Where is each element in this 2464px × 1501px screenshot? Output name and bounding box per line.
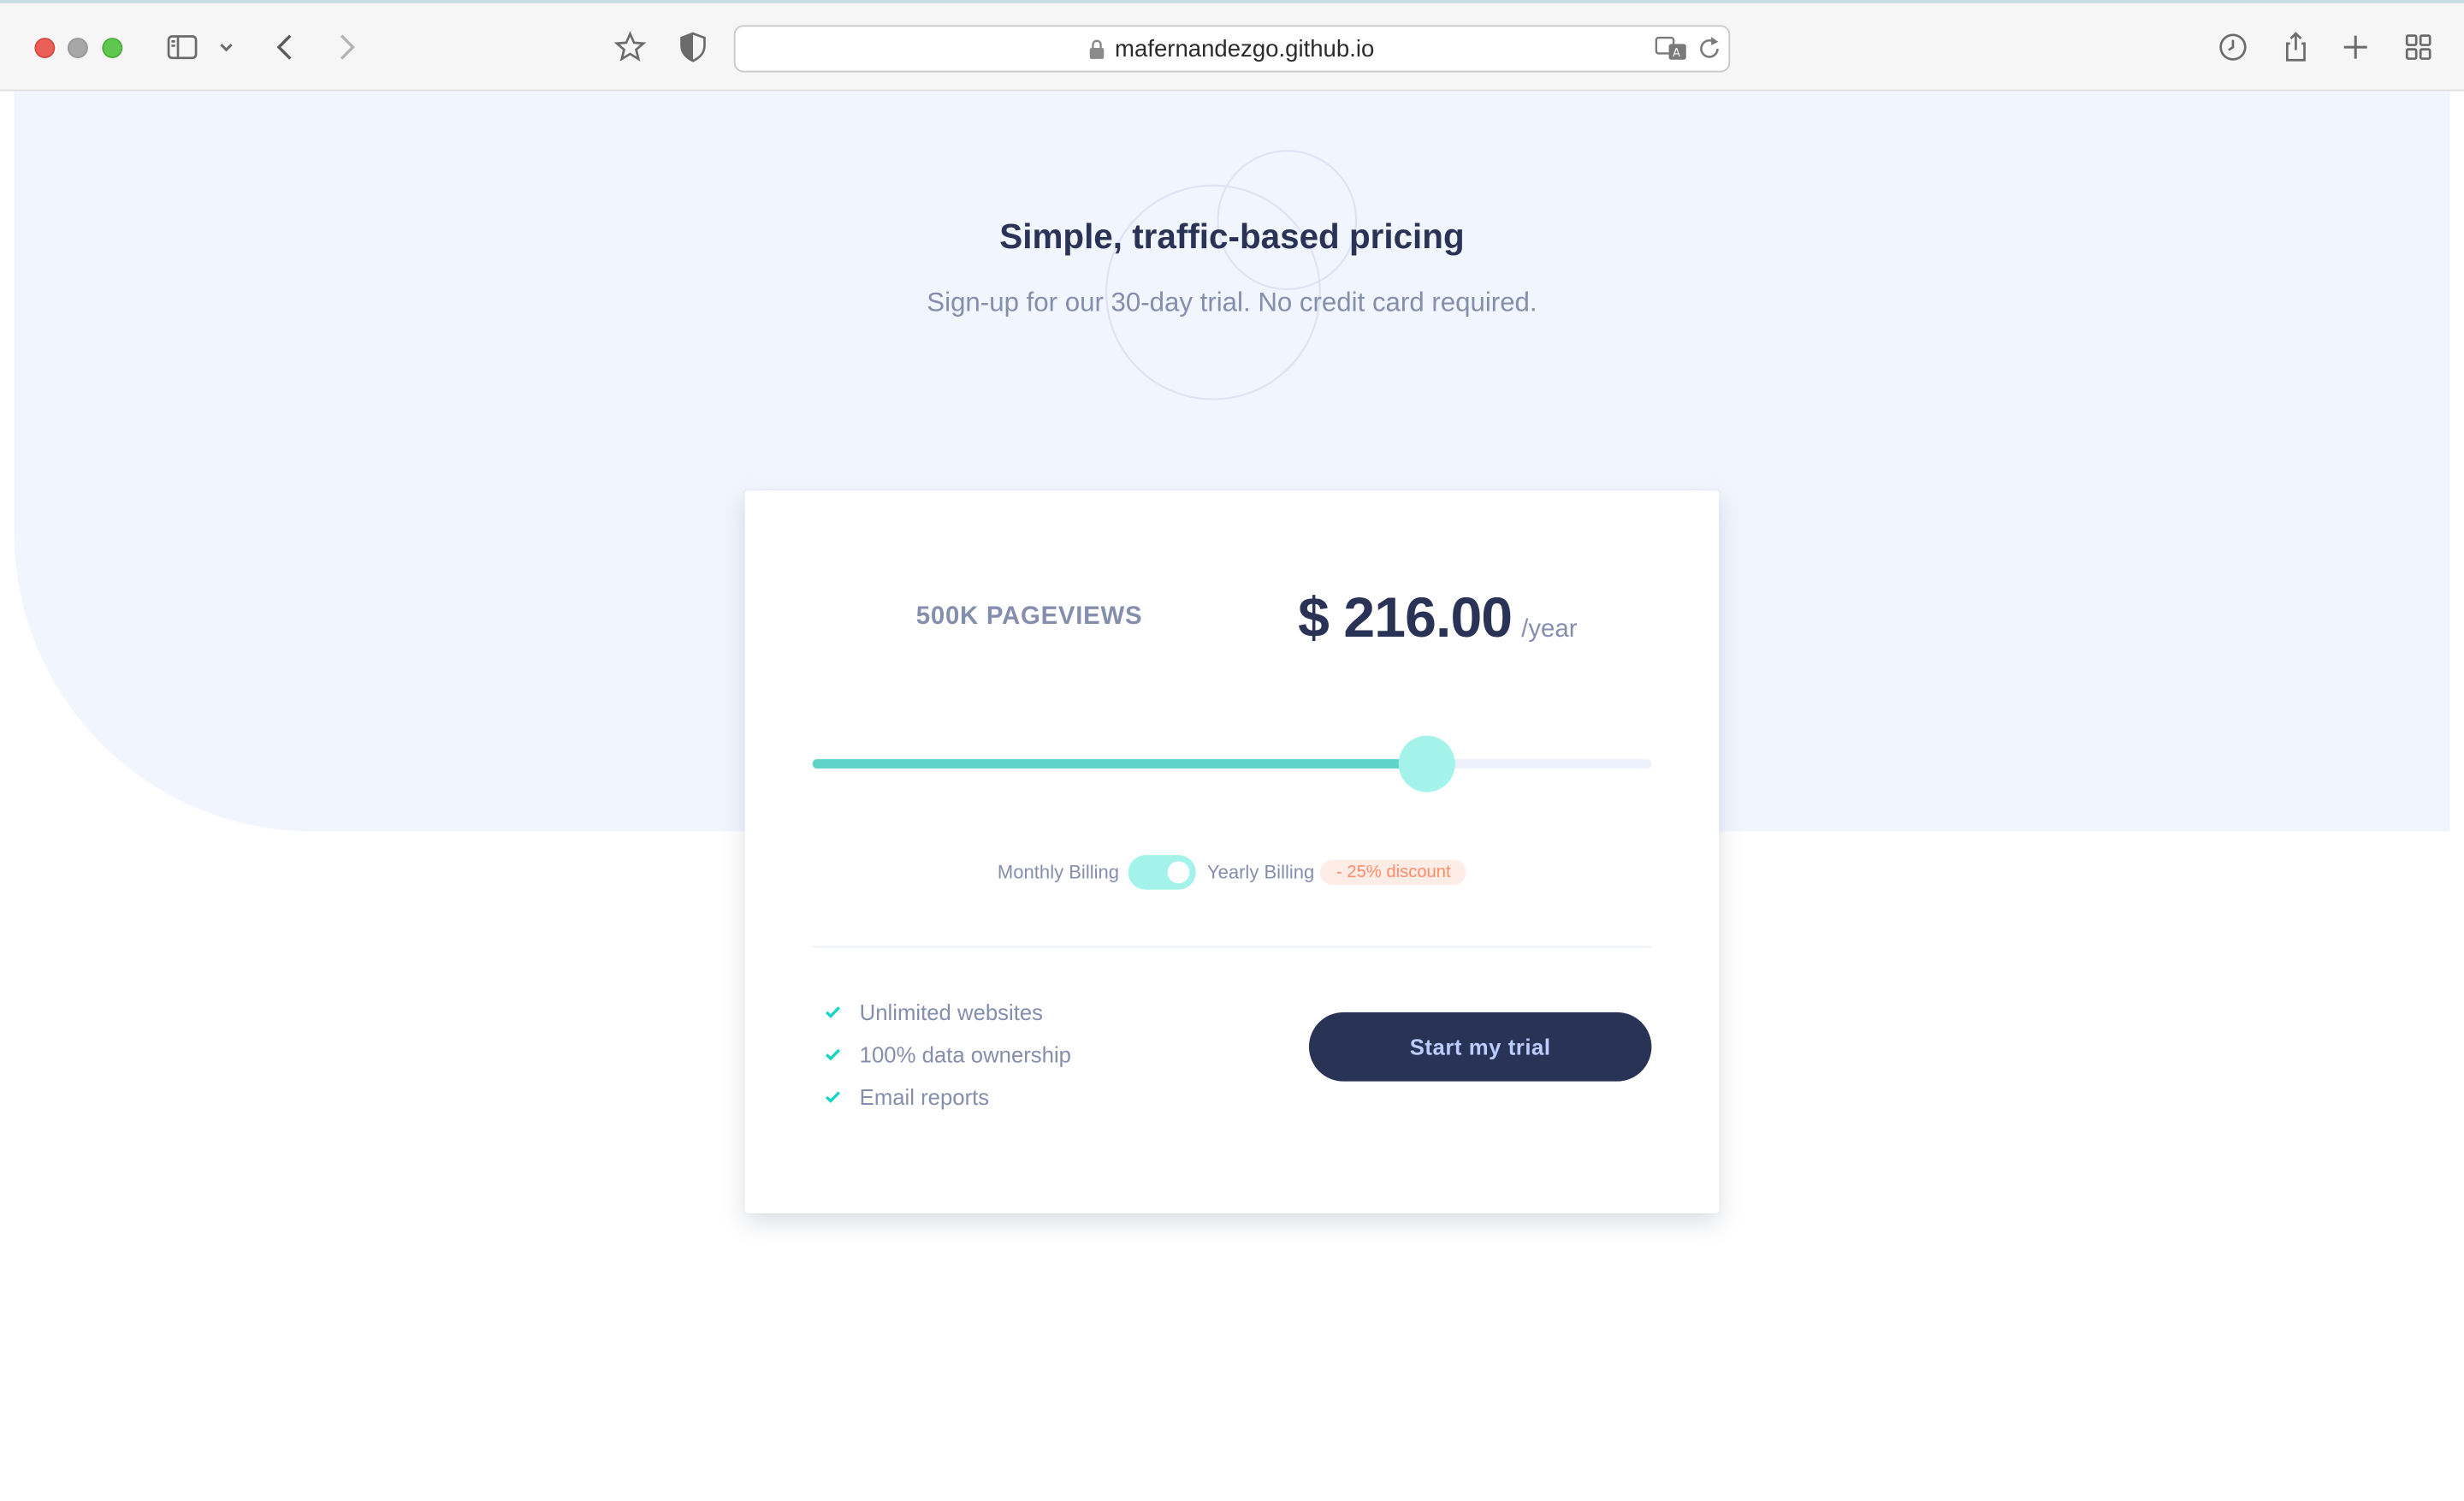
page-title: Simple, traffic-based pricing bbox=[999, 217, 1465, 257]
feature-item: 100% data ownership bbox=[825, 1033, 1071, 1076]
billing-toggle[interactable] bbox=[1128, 855, 1197, 890]
check-icon bbox=[825, 1006, 840, 1017]
svg-text:A: A bbox=[1673, 47, 1680, 60]
history-clock-icon[interactable] bbox=[2214, 28, 2252, 66]
lock-icon bbox=[1090, 39, 1105, 58]
feature-label: Unlimited websites bbox=[859, 999, 1044, 1024]
reload-icon[interactable] bbox=[1697, 34, 1722, 70]
minimize-window-button[interactable] bbox=[67, 38, 88, 58]
address-bar[interactable]: mafernandezgo.github.io A bbox=[733, 25, 1731, 73]
sidebar-icon[interactable] bbox=[163, 28, 201, 66]
pricing-card: 500K PAGEVIEWS $ 216.00 /year Monthly Bi… bbox=[744, 490, 1720, 1213]
feature-item: Email reports bbox=[825, 1075, 1071, 1118]
zoom-window-button[interactable] bbox=[102, 38, 123, 58]
translate-icon[interactable]: A bbox=[1655, 34, 1689, 70]
price-display: $ 216.00 /year bbox=[1298, 584, 1577, 650]
billing-toggle-row: Monthly Billing Yearly Billing - 25% dis… bbox=[745, 855, 1720, 890]
feature-label: Email reports bbox=[859, 1083, 990, 1109]
tab-overview-icon[interactable] bbox=[2400, 28, 2437, 66]
monthly-billing-label[interactable]: Monthly Billing bbox=[998, 862, 1119, 884]
close-window-button[interactable] bbox=[34, 38, 56, 58]
page-subtitle: Sign-up for our 30-day trial. No credit … bbox=[927, 288, 1537, 318]
forward-icon[interactable] bbox=[327, 28, 364, 66]
discount-badge: - 25% discount bbox=[1320, 859, 1467, 886]
decorative-circles bbox=[1105, 150, 1358, 400]
pageviews-label: 500K PAGEVIEWS bbox=[915, 603, 1143, 631]
slider-thumb[interactable] bbox=[1398, 735, 1455, 792]
toggle-knob bbox=[1167, 861, 1190, 884]
new-tab-plus-icon[interactable] bbox=[2337, 28, 2374, 66]
feature-list: Unlimited websites 100% data ownership E… bbox=[825, 990, 1071, 1118]
back-icon[interactable] bbox=[267, 28, 305, 66]
chevron-down-icon[interactable] bbox=[210, 28, 242, 66]
browser-toolbar: mafernandezgo.github.io A bbox=[0, 0, 2464, 92]
slider-fill bbox=[812, 759, 1427, 769]
price-period: /year bbox=[1521, 615, 1578, 644]
page-content: Simple, traffic-based pricing Sign-up fo… bbox=[0, 91, 2464, 1501]
price-amount: $ 216.00 bbox=[1298, 584, 1513, 650]
check-icon bbox=[825, 1047, 840, 1060]
pageviews-slider[interactable] bbox=[812, 735, 1652, 792]
bookmark-star-icon[interactable] bbox=[611, 28, 649, 66]
url-text: mafernandezgo.github.io bbox=[1115, 35, 1375, 62]
start-trial-button[interactable]: Start my trial bbox=[1308, 1012, 1652, 1082]
card-divider bbox=[812, 946, 1652, 948]
feature-label: 100% data ownership bbox=[859, 1041, 1071, 1067]
yearly-billing-label[interactable]: Yearly Billing bbox=[1207, 862, 1314, 884]
privacy-shield-icon[interactable] bbox=[674, 28, 712, 66]
check-icon bbox=[825, 1090, 840, 1103]
share-icon[interactable] bbox=[2277, 28, 2314, 66]
feature-item: Unlimited websites bbox=[825, 990, 1071, 1033]
